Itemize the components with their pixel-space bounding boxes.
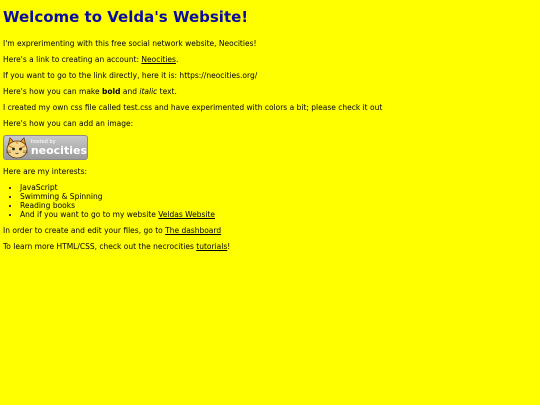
formatting-paragraph: Here's how you can make bold and italic … <box>3 87 537 96</box>
intro-text: I'm exprerimenting with this free social… <box>3 39 257 48</box>
image-intro-text: Here's how you can add an image: <box>3 119 134 128</box>
tutorials-prefix: To learn more HTML/CSS, check out the ne… <box>3 242 197 251</box>
bold-text: bold <box>102 87 121 96</box>
account-link-paragraph: Here's a link to creating an account: Ne… <box>3 55 537 64</box>
list-item: Swimming & Spinning <box>20 192 537 201</box>
dashboard-paragraph: In order to create and edit your files, … <box>3 226 537 235</box>
dashboard-link[interactable]: The dashboard <box>165 226 221 235</box>
interests-heading: Here are my interests: <box>3 167 88 176</box>
interests-list: JavaScript Swimming & Spinning Reading b… <box>3 183 537 219</box>
tutorials-suffix: ! <box>227 242 231 251</box>
tutorials-paragraph: To learn more HTML/CSS, check out the ne… <box>3 242 537 251</box>
formatting-middle: and <box>120 87 140 96</box>
neocities-link[interactable]: Neocities <box>141 55 176 64</box>
italic-text: italic <box>139 87 158 96</box>
css-text: I created my own css file called test.cs… <box>3 103 383 112</box>
tutorials-link[interactable]: tutorials <box>196 242 227 251</box>
direct-link-text: If you want to go to the link directly, … <box>3 71 258 80</box>
account-link-prefix: Here's a link to creating an account: <box>3 55 142 64</box>
page-content: Welcome to Velda's Website! I'm exprerim… <box>0 0 540 251</box>
formatting-prefix: Here's how you can make <box>3 87 102 96</box>
badge-big-text: neocities <box>30 143 87 157</box>
list-item: JavaScript <box>20 183 537 192</box>
hosted-by-neocities-badge[interactable]: hosted by neocities <box>3 135 88 160</box>
website-prefix: And if you want to go to my website <box>20 210 159 219</box>
neocities-cat-icon <box>4 136 30 159</box>
badge-text-group: hosted by neocities <box>30 139 87 157</box>
account-link-suffix: . <box>175 55 179 64</box>
veldas-website-link[interactable]: Veldas Website <box>158 210 215 219</box>
dashboard-prefix: In order to create and edit your files, … <box>3 226 166 235</box>
list-item: Reading books <box>20 201 537 210</box>
page-title: Welcome to Velda's Website! <box>3 8 249 26</box>
list-item-website: And if you want to go to my website Veld… <box>20 210 537 219</box>
formatting-suffix: text. <box>157 87 177 96</box>
